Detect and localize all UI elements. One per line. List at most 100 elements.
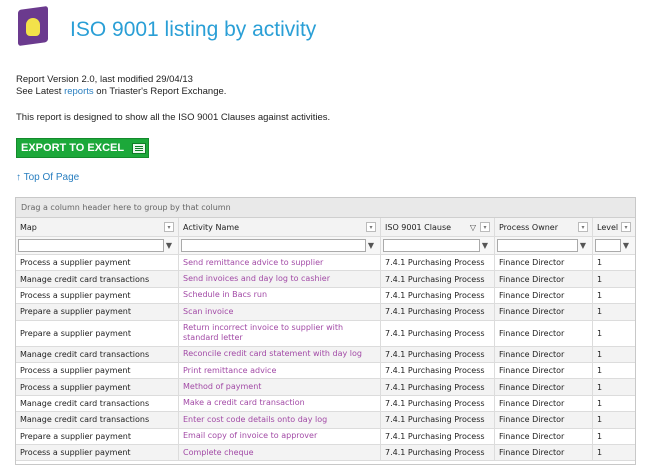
iso-clause-cell: 7.4.1 Purchasing Process: [381, 379, 495, 395]
map-cell: Process a supplier payment: [16, 444, 179, 461]
column-header-process-owner[interactable]: Process Owner ▾: [495, 218, 593, 236]
map-cell: Process a supplier payment: [16, 379, 179, 395]
filter-level-input[interactable]: [595, 239, 621, 252]
filter-icon[interactable]: ▼: [366, 241, 376, 250]
table-row: Process a supplier payment Send remittanc…: [16, 255, 635, 272]
page-title: ISO 9001 listing by activity: [70, 18, 317, 41]
map-cell: Process a supplier payment: [16, 362, 179, 379]
triaster-logo-icon: [16, 5, 50, 47]
column-menu-icon[interactable]: ▾: [578, 222, 588, 232]
process-owner-cell: Finance Director: [495, 287, 593, 304]
map-cell: Prepare a supplier payment: [16, 320, 179, 346]
reports-link[interactable]: reports: [64, 86, 94, 97]
level-cell: 1: [597, 431, 603, 441]
activity-name-link[interactable]: Reconcile credit card statement with day…: [179, 346, 381, 362]
map-cell: Prepare a supplier payment: [16, 304, 179, 320]
table-row: Process a supplier payment Schedule in Ba…: [16, 287, 635, 305]
iso-clause-cell: 7.4.1 Purchasing Process: [381, 287, 495, 304]
table-row: Prepare a supplier payment Scan invoice 7.…: [16, 304, 635, 321]
process-owner-cell: Finance Director: [495, 362, 593, 379]
iso-clause-cell: 7.4.1 Purchasing Process: [381, 255, 495, 271]
level-cell: 1: [597, 366, 603, 376]
process-owner-cell: Finance Director: [495, 379, 593, 395]
iso-clause-cell: 7.4.1 Purchasing Process: [381, 395, 495, 412]
process-owner-cell: Finance Director: [495, 412, 593, 428]
column-menu-icon[interactable]: ▾: [366, 222, 376, 232]
activity-name-link[interactable]: Send remittance advice to supplier: [179, 255, 381, 271]
level-cell: 1: [597, 274, 603, 284]
activity-name-link[interactable]: Email copy of invoice to approver: [179, 428, 381, 444]
table-row: Process a supplier payment Method of paym…: [16, 379, 635, 396]
filter-icon[interactable]: ▼: [578, 241, 588, 250]
filter-clause-input[interactable]: [383, 239, 480, 252]
process-owner-cell: Finance Director: [495, 320, 593, 346]
map-cell: Process a supplier payment: [16, 255, 179, 271]
iso-clause-cell: 7.4.1 Purchasing Process: [381, 346, 495, 362]
iso-clause-cell: 7.4.1 Purchasing Process: [381, 444, 495, 461]
table-row: Prepare a supplier payment Email copy of …: [16, 428, 635, 445]
level-cell: 1: [597, 328, 603, 338]
activity-name-link[interactable]: Print remittance advice: [179, 362, 381, 379]
map-cell: Manage credit card transactions: [16, 395, 179, 412]
activity-name-link[interactable]: Make a credit card transaction: [179, 395, 381, 412]
map-cell: Process a supplier payment: [16, 287, 179, 304]
export-to-excel-button[interactable]: EXPORT TO EXCEL: [16, 138, 149, 158]
process-owner-cell: Finance Director: [495, 346, 593, 362]
table-row: Manage credit card transactions Reconcile…: [16, 346, 635, 363]
activity-name-link[interactable]: Schedule in Bacs run: [179, 287, 381, 304]
activity-name-link[interactable]: Enter cost code details onto day log: [179, 412, 381, 428]
report-description: This report is designed to show all the …: [16, 112, 331, 123]
column-menu-icon[interactable]: ▾: [480, 222, 490, 232]
table-row: Process a supplier payment Print remittan…: [16, 362, 635, 380]
see-suffix: on Triaster's Report Exchange.: [93, 86, 227, 97]
activity-name-link[interactable]: Send invoices and day log to cashier: [179, 271, 381, 287]
activity-name-link[interactable]: Return incorrect invoice to supplier wit…: [179, 320, 381, 346]
iso-clause-cell: 7.4.1 Purchasing Process: [381, 271, 495, 287]
column-header-map[interactable]: Map ▾: [16, 218, 179, 236]
table-row: Manage credit card transactions Send invo…: [16, 271, 635, 288]
table-row: Manage credit card transactions Make a cr…: [16, 395, 635, 413]
process-owner-cell: Finance Director: [495, 271, 593, 287]
grid-filter-row: ▼ ▼ ▼ ▼ ▼: [16, 237, 635, 255]
filter-map-input[interactable]: [18, 239, 164, 252]
table-row: Manage credit card transactions Enter cos…: [16, 412, 635, 429]
level-cell: 1: [597, 398, 603, 408]
iso-clause-cell: 7.4.1 Purchasing Process: [381, 428, 495, 444]
map-cell: Manage credit card transactions: [16, 271, 179, 287]
top-of-page-link[interactable]: ↑ Top Of Page: [16, 172, 79, 183]
excel-icon: [132, 142, 147, 154]
column-menu-icon[interactable]: ▾: [621, 222, 631, 232]
process-owner-cell: Finance Director: [495, 395, 593, 412]
column-label: Map: [20, 222, 37, 232]
iso-clause-cell: 7.4.1 Purchasing Process: [381, 320, 495, 346]
process-owner-cell: Finance Director: [495, 428, 593, 444]
filter-icon[interactable]: ▼: [164, 241, 174, 250]
column-label: ISO 9001 Clause: [385, 222, 452, 232]
column-label: Activity Name: [183, 222, 240, 232]
filter-icon[interactable]: ▼: [480, 241, 490, 250]
map-cell: Manage credit card transactions: [16, 346, 179, 362]
activity-name-link[interactable]: Method of payment: [179, 379, 381, 395]
activity-name-link[interactable]: Scan invoice: [179, 304, 381, 320]
group-by-area[interactable]: Drag a column header here to group by th…: [16, 198, 635, 218]
column-menu-icon[interactable]: ▾: [164, 222, 174, 232]
process-owner-cell: Finance Director: [495, 304, 593, 320]
column-header-iso-clause[interactable]: ISO 9001 Clause ▽ ▾: [381, 218, 495, 236]
filter-activity-input[interactable]: [181, 239, 366, 252]
column-header-activity-name[interactable]: Activity Name ▾: [179, 218, 381, 236]
table-row: Process a supplier payment Complete chequ…: [16, 444, 635, 462]
level-cell: 1: [597, 349, 603, 359]
level-cell: 1: [597, 307, 603, 317]
filter-icon[interactable]: ▼: [621, 241, 631, 250]
activity-name-link[interactable]: Complete cheque: [179, 444, 381, 461]
filter-owner-input[interactable]: [497, 239, 578, 252]
version-line: Report Version 2.0, last modified 29/04/…: [16, 74, 193, 85]
iso-clause-cell: 7.4.1 Purchasing Process: [381, 412, 495, 428]
level-cell: 1: [597, 448, 603, 458]
see-prefix: See Latest: [16, 86, 65, 97]
column-header-level[interactable]: Level ▾: [593, 218, 635, 236]
level-cell: 1: [597, 382, 603, 392]
iso-clause-cell: 7.4.1 Purchasing Process: [381, 304, 495, 320]
process-owner-cell: Finance Director: [495, 255, 593, 271]
sort-descending-icon: ▽: [469, 222, 476, 232]
